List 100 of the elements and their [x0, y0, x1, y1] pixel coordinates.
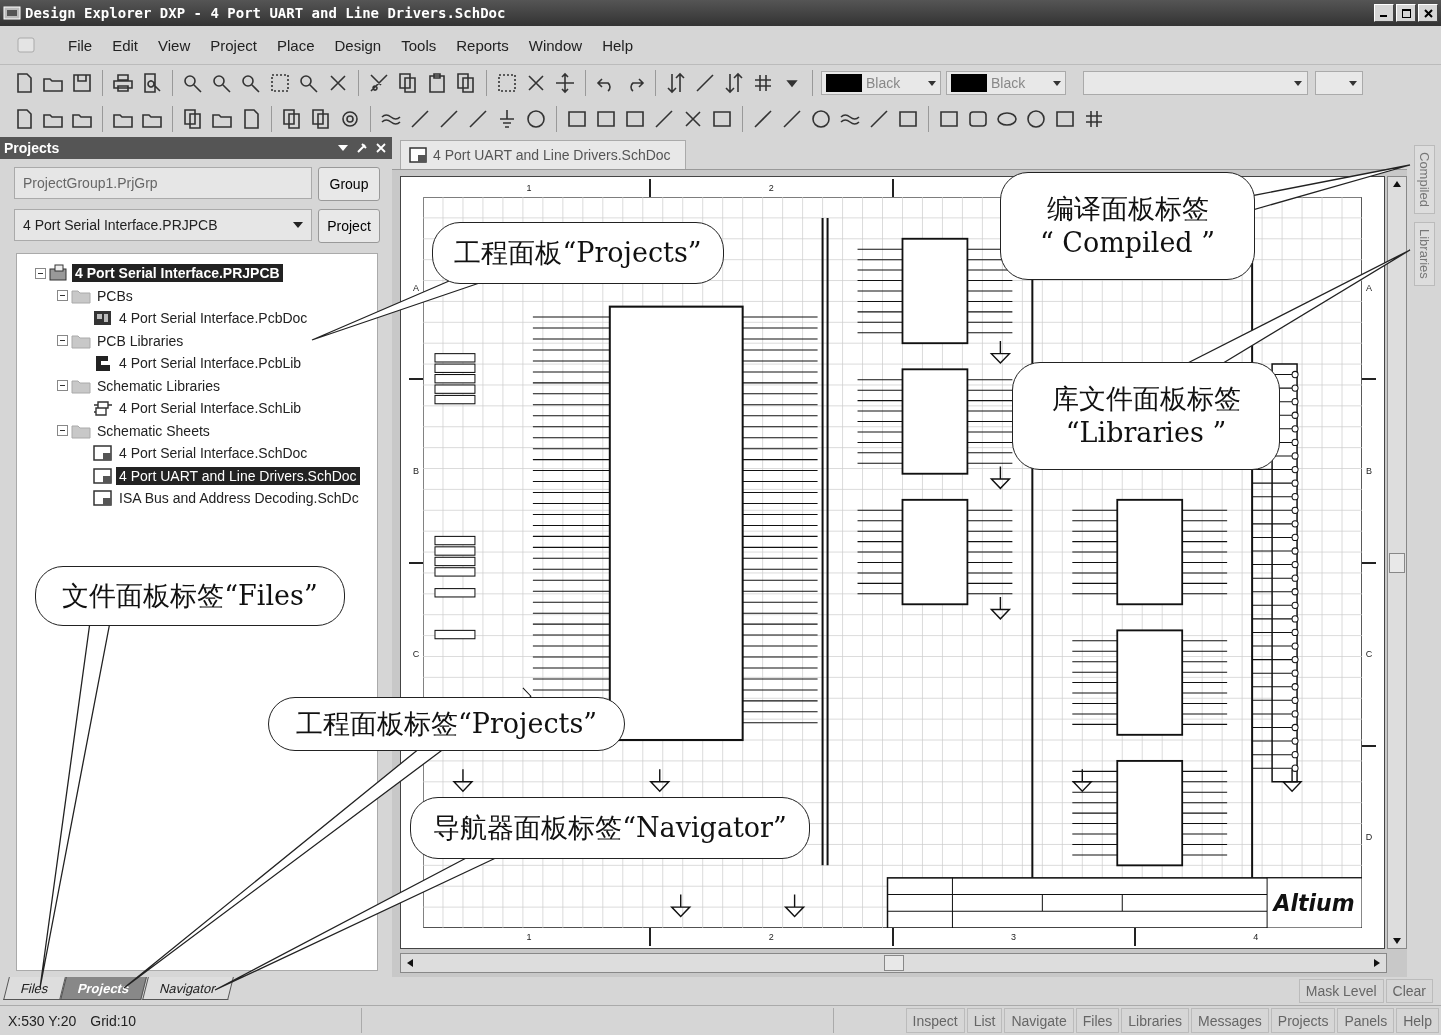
port-symbol — [434, 374, 476, 384]
port-symbol — [434, 535, 476, 546]
status-bar-button[interactable]: Libraries — [1121, 1008, 1189, 1033]
close-icon — [1423, 8, 1433, 18]
project-dropdown[interactable]: 4 Port Serial Interface.PRJPCB — [14, 209, 312, 241]
mask-level-button[interactable]: Mask Level — [1298, 979, 1384, 1003]
tree-item[interactable]: 4 Port UART and Line Drivers.SchDoc — [116, 466, 360, 485]
library-icon — [93, 354, 113, 373]
port-symbol — [434, 556, 476, 567]
menu-item[interactable]: Edit — [104, 34, 147, 56]
zone-label: C — [1362, 561, 1376, 745]
port-symbol — [434, 384, 476, 394]
status-bar-button[interactable]: Files — [1075, 1008, 1120, 1033]
ground-symbol-icon — [990, 596, 1012, 620]
document-tab[interactable]: 4 Port UART and Line Drivers.SchDoc — [400, 140, 686, 169]
caret-icon — [293, 222, 303, 228]
caret-icon — [1349, 80, 1357, 86]
dashed-square-icon[interactable] — [495, 71, 519, 95]
zone-label: 1 — [525, 931, 533, 944]
tree-item[interactable]: Schematic Sheets — [94, 421, 213, 440]
sheet-icon — [93, 444, 113, 463]
close-icon[interactable] — [376, 143, 386, 153]
tree-item[interactable]: 4 Port Serial Interface.SchDoc — [116, 444, 311, 463]
group-button[interactable]: Group — [318, 167, 380, 201]
clear-button[interactable]: Clear — [1385, 979, 1433, 1003]
caret-icon[interactable] — [338, 145, 348, 151]
pin-icon[interactable] — [356, 142, 368, 154]
status-bar-button[interactable]: Projects — [1270, 1008, 1336, 1033]
collapse-toggle-icon[interactable] — [57, 335, 68, 347]
menu-item[interactable]: Reports — [448, 34, 517, 56]
group-field[interactable]: ProjectGroup1.PrjGrp — [14, 167, 312, 199]
project-button[interactable]: Project — [318, 209, 380, 243]
tree-item[interactable]: 4 Port Serial Interface.PRJPCB — [72, 264, 283, 283]
tree-item[interactable]: PCBs — [94, 286, 136, 305]
tree-item[interactable]: 4 Port Serial Interface.SchLib — [116, 399, 305, 418]
callout-text: “ Compiled ” — [1039, 226, 1216, 260]
close-button[interactable] — [1418, 4, 1438, 22]
panel-tab[interactable]: Files — [3, 977, 67, 1000]
menu-item[interactable]: Help — [594, 34, 641, 56]
ground-symbol-icon — [784, 893, 806, 918]
port-symbol — [434, 567, 476, 577]
status-bar-button[interactable]: Inspect — [905, 1008, 965, 1033]
callout-text: “Libraries ” — [1065, 416, 1227, 450]
callout-text: 工程面板“Projects” — [454, 236, 702, 270]
tree-item[interactable]: 4 Port Serial Interface.PcbDoc — [116, 309, 311, 328]
menu-item[interactable]: Tools — [393, 34, 445, 56]
panel-tab[interactable]: Projects — [60, 977, 148, 1000]
horizontal-scrollbar[interactable] — [400, 953, 1387, 973]
project-icon — [49, 264, 69, 283]
move-icon[interactable] — [553, 71, 577, 95]
tree-item[interactable]: PCB Libraries — [94, 331, 187, 350]
callout-text: 文件面板标签“Files” — [62, 579, 318, 613]
logo: Altium — [1273, 889, 1355, 917]
menu-item[interactable]: Window — [520, 34, 591, 56]
scrollbar-thumb[interactable] — [1389, 552, 1405, 573]
sheet-icon — [93, 466, 113, 485]
ground-symbol-icon — [990, 465, 1012, 490]
zone-label: A — [1365, 281, 1373, 295]
menu-item[interactable]: Place — [268, 34, 323, 56]
zone-label: B — [1362, 378, 1376, 562]
tree-item[interactable]: 4 Port Serial Interface.PcbLib — [116, 354, 305, 373]
zone-label: B — [413, 465, 419, 476]
status-bar-button[interactable]: Messages — [1191, 1008, 1269, 1033]
collapse-toggle-icon[interactable] — [57, 425, 68, 437]
sheet-icon — [93, 489, 113, 508]
caret-icon — [1053, 80, 1061, 86]
collapse-toggle-icon[interactable] — [57, 290, 68, 302]
status-bar-button[interactable]: Navigate — [1004, 1008, 1074, 1033]
ground-symbol-icon — [990, 340, 1012, 364]
window-title: Design Explorer DXP - 4 Port UART and Line Drivers.SchDoc — [25, 5, 506, 21]
port-symbol — [434, 546, 476, 556]
zone-label: C — [412, 649, 420, 660]
menu-item[interactable]: Project — [202, 34, 265, 56]
maximize-button[interactable] — [1396, 4, 1416, 22]
status-bar-button[interactable]: Panels — [1337, 1008, 1395, 1033]
callout-text: 工程面板标签“Projects” — [295, 707, 598, 741]
tree-item[interactable]: ISA Bus and Address Decoding.SchDc — [116, 489, 362, 508]
caret-icon — [1294, 80, 1302, 86]
panel-tab[interactable]: Navigator — [141, 977, 234, 1000]
zone-label: 1 — [526, 183, 532, 193]
status-grid: Grid:10 — [84, 1008, 363, 1033]
port-symbol — [434, 363, 476, 373]
collapse-toggle-icon[interactable] — [35, 267, 46, 279]
port-symbol — [434, 629, 476, 640]
dashed-square-icon[interactable] — [268, 71, 292, 95]
status-bar-button[interactable]: List — [966, 1008, 1003, 1033]
status-coordinates: X:530 Y:20 — [7, 1011, 78, 1031]
tree-item[interactable]: Schematic Libraries — [94, 376, 223, 395]
port-symbol — [434, 394, 476, 405]
scrollbar-thumb[interactable] — [883, 955, 904, 971]
status-bar-button[interactable]: Help — [1396, 1008, 1439, 1033]
zone-label: 4 — [1133, 928, 1376, 946]
vertical-scrollbar[interactable] — [1387, 176, 1407, 949]
collapse-toggle-icon[interactable] — [57, 380, 68, 392]
menu-item[interactable]: View — [150, 34, 199, 56]
minimize-button[interactable] — [1374, 4, 1394, 22]
menu-item[interactable]: Design — [326, 34, 390, 56]
menu-item[interactable]: File — [60, 34, 101, 56]
printer-icon[interactable] — [111, 71, 135, 95]
panel-title: Projects — [4, 140, 60, 156]
